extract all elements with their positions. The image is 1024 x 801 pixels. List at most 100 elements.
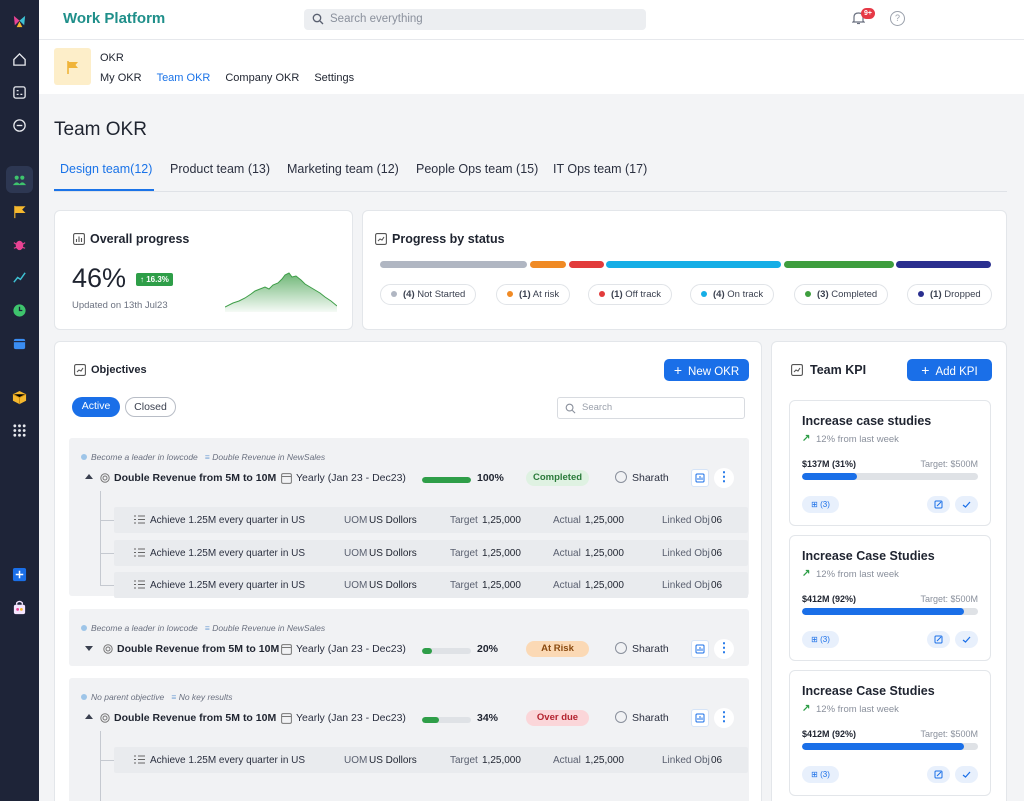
- objective-row[interactable]: Double Revenue from 5M to 10M Yearly (Ja…: [69, 465, 749, 491]
- status-pill-completed[interactable]: (3) Completed: [794, 284, 889, 305]
- chat-icon[interactable]: [6, 112, 33, 139]
- nav-team-okr[interactable]: Team OKR: [157, 72, 211, 84]
- notification-badge: 9+: [861, 8, 875, 19]
- bug-icon[interactable]: [6, 231, 33, 258]
- kpi-value: $412M (92%): [802, 729, 857, 739]
- check-icon[interactable]: [955, 766, 978, 783]
- status-count: (1): [611, 289, 623, 300]
- filter-active[interactable]: Active: [72, 397, 120, 417]
- linked-value: 06: [711, 580, 723, 591]
- tab-people-ops-team[interactable]: People Ops team (15): [416, 162, 538, 176]
- bag-icon[interactable]: [6, 594, 33, 621]
- nav-settings[interactable]: Settings: [314, 72, 354, 84]
- help-icon[interactable]: ?: [890, 11, 905, 26]
- status-pill-at-risk[interactable]: (1) At risk: [496, 284, 571, 305]
- objectives-card: Objectives + New OKR Active Closed Search…: [54, 341, 762, 801]
- report-icon[interactable]: [691, 469, 709, 487]
- kpi-linked-chip[interactable]: ⊞ (3): [802, 766, 839, 783]
- kpi-progress-bar: [802, 608, 978, 615]
- key-result-link: Double Revenue in NewSales: [212, 623, 326, 633]
- objective-name[interactable]: Double Revenue from 5M to 10M: [117, 643, 279, 655]
- expand-icon[interactable]: [85, 646, 93, 651]
- kpi-card[interactable]: Increase Case Studies ↗ 12% from last wee…: [789, 670, 991, 796]
- kpi-linked-chip[interactable]: ⊞ (3): [802, 631, 839, 648]
- objective-row[interactable]: Double Revenue from 5M to 10M Yearly (Ja…: [69, 705, 749, 731]
- calendar-icon[interactable]: [6, 330, 33, 357]
- objective-row[interactable]: Double Revenue from 5M to 10M Yearly (Ja…: [69, 636, 749, 662]
- tab-it-ops-team[interactable]: IT Ops team (17): [553, 162, 647, 176]
- nav-company-okr[interactable]: Company OKR: [225, 72, 299, 84]
- overall-progress-card: Overall progress 46% ↑ 16.3% Updated on …: [54, 210, 353, 330]
- kpi-trend-text: 12% from last week: [816, 704, 899, 715]
- team-icon[interactable]: [6, 166, 33, 193]
- key-result-row[interactable]: Achieve 1.25M every quarter in US UOM US …: [114, 540, 748, 566]
- edit-icon[interactable]: [927, 631, 950, 648]
- more-options-icon[interactable]: ⋮: [714, 468, 734, 488]
- status-dot: [599, 291, 605, 297]
- active-tab-indicator: [54, 189, 154, 191]
- flag-icon[interactable]: [6, 198, 33, 225]
- app-logo-icon[interactable]: [6, 8, 33, 35]
- new-okr-button[interactable]: + New OKR: [664, 359, 749, 381]
- actual-value: 1,25,000: [585, 580, 624, 591]
- more-options-icon[interactable]: ⋮: [714, 708, 734, 728]
- package-icon[interactable]: [6, 384, 33, 411]
- status-pill-dropped[interactable]: (1) Dropped: [907, 284, 992, 305]
- report-icon[interactable]: [691, 640, 709, 658]
- status-pill-on-track[interactable]: (4) On track: [690, 284, 775, 305]
- tab-marketing-team[interactable]: Marketing team (12): [287, 162, 399, 176]
- target-value: 1,25,000: [482, 515, 521, 526]
- kpi-trend-text: 12% from last week: [816, 569, 899, 580]
- status-bar-at-risk: [530, 261, 566, 268]
- home-icon[interactable]: [6, 46, 33, 73]
- edit-icon[interactable]: [927, 766, 950, 783]
- tab-product-team[interactable]: Product team (13): [170, 162, 270, 176]
- dashboard-icon[interactable]: [6, 79, 33, 106]
- objectives-search-input[interactable]: Search: [557, 397, 745, 419]
- list-icon: ≡: [171, 692, 177, 702]
- key-result-row[interactable]: Achieve 1.25M every quarter in US UOM US …: [114, 572, 748, 598]
- owner: Sharath: [615, 471, 669, 484]
- status-pill-not-started[interactable]: (4) Not Started: [380, 284, 477, 305]
- user-icon: [615, 711, 627, 723]
- key-result-row[interactable]: Achieve 1.25M every quarter in US UOM US …: [114, 747, 748, 773]
- filter-closed[interactable]: Closed: [125, 397, 176, 417]
- status-label: Off track: [625, 289, 661, 300]
- nav-my-okr[interactable]: My OKR: [100, 72, 142, 84]
- collapse-icon[interactable]: [85, 474, 93, 479]
- check-icon[interactable]: [955, 631, 978, 648]
- tab-design-team[interactable]: Design team(12): [60, 162, 152, 176]
- parent-dot-icon: [81, 454, 87, 460]
- collapse-icon[interactable]: [85, 714, 93, 719]
- key-result-name: Achieve 1.25M every quarter in US: [150, 580, 306, 591]
- actual-value: 1,25,000: [585, 755, 624, 766]
- module-header: OKR My OKR Team OKR Company OKR Settings: [39, 40, 1024, 94]
- key-result-row[interactable]: Achieve 1.25M every quarter in US UOM US …: [114, 507, 748, 533]
- uom-value: US Dollors: [369, 580, 417, 591]
- list-icon: ≡: [204, 623, 210, 633]
- objective-name[interactable]: Double Revenue from 5M to 10M: [114, 712, 276, 724]
- global-search-input[interactable]: Search everything: [304, 9, 646, 30]
- status-dot: [507, 291, 513, 297]
- clock-icon[interactable]: [6, 297, 33, 324]
- kpi-linked-chip[interactable]: ⊞ (3): [802, 496, 839, 513]
- add-icon[interactable]: [6, 561, 33, 588]
- apps-grid-icon[interactable]: [6, 417, 33, 444]
- report-icon[interactable]: [691, 709, 709, 727]
- owner-name: Sharath: [632, 643, 669, 655]
- kpi-linked-count: (3): [820, 500, 830, 509]
- objective-name[interactable]: Double Revenue from 5M to 10M: [114, 472, 276, 484]
- status-pill-off-track[interactable]: (1) Off track: [588, 284, 672, 305]
- brand-name: Work Platform: [63, 10, 166, 27]
- analytics-icon[interactable]: [6, 264, 33, 291]
- target-value: 1,25,000: [482, 755, 521, 766]
- kpi-card[interactable]: Increase case studies ↗ 12% from last wee…: [789, 400, 991, 526]
- edit-icon[interactable]: [927, 496, 950, 513]
- more-options-icon[interactable]: ⋮: [714, 639, 734, 659]
- team-kpi-card: Team KPI + Add KPI Increase case studies …: [771, 341, 1007, 801]
- actual-label: Actual: [553, 755, 581, 766]
- uom-value: US Dollors: [369, 755, 417, 766]
- add-kpi-button[interactable]: + Add KPI: [907, 359, 992, 381]
- kpi-card[interactable]: Increase Case Studies ↗ 12% from last wee…: [789, 535, 991, 661]
- check-icon[interactable]: [955, 496, 978, 513]
